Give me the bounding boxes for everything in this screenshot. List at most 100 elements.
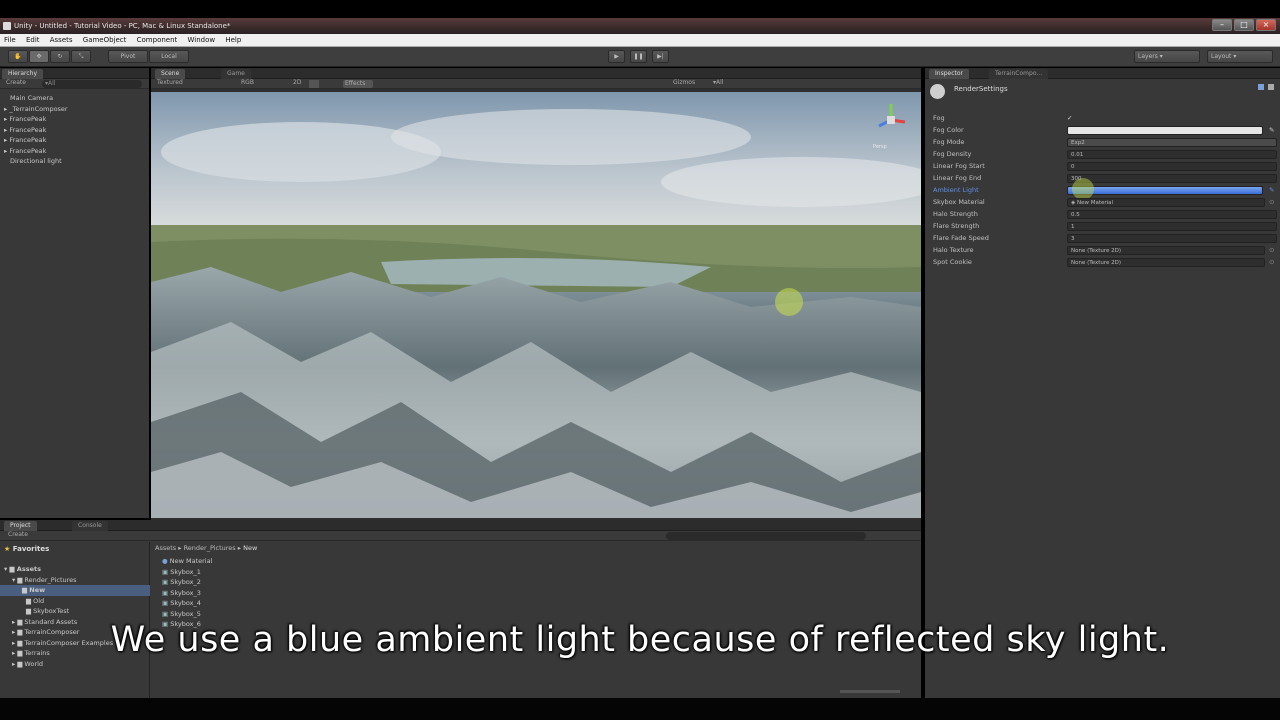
folder-item[interactable]: ▾ ▆ Render_Pictures <box>4 575 150 586</box>
asset-item[interactable]: ▣ Skybox_5 <box>162 609 212 620</box>
menu-window[interactable]: Window <box>184 34 220 46</box>
list-item[interactable]: ▸ FrancePeak <box>4 135 68 146</box>
hand-tool-button[interactable]: ✋ <box>8 50 28 63</box>
halo-texture-field[interactable]: None (Texture 2D) <box>1067 245 1265 255</box>
asset-label: New Material <box>169 557 213 565</box>
icon-size-slider[interactable] <box>840 690 900 693</box>
layers-dropdown[interactable]: Layers ▾ <box>1134 50 1200 63</box>
layout-dropdown[interactable]: Layout ▾ <box>1207 50 1273 63</box>
asset-item[interactable]: ▣ Skybox_2 <box>162 577 212 588</box>
tab-terraincomposer[interactable]: TerrainCompo... <box>989 69 1049 79</box>
ambient-light-color-swatch[interactable] <box>1067 185 1263 195</box>
hierarchy-search-input[interactable]: ▾All <box>42 80 142 88</box>
project-create-button[interactable]: Create <box>8 531 28 538</box>
lighting-toggle-icon[interactable] <box>309 80 319 88</box>
hierarchy-create-button[interactable]: Create <box>6 79 26 86</box>
tab-console[interactable]: Console <box>72 521 108 531</box>
pause-button[interactable]: ❚❚ <box>630 50 647 63</box>
render-mode-dropdown[interactable]: RGB <box>241 79 254 86</box>
object-picker-icon[interactable]: ⊙ <box>1269 244 1274 256</box>
flare-fade-speed-field[interactable]: 3 <box>1067 233 1277 243</box>
play-button[interactable]: ▶ <box>608 50 625 63</box>
breadcrumb: Assets ▸ Render_Pictures ▸ New <box>155 544 258 552</box>
list-item[interactable]: ▸ FrancePeak <box>4 114 68 125</box>
linear-fog-end-field[interactable]: 300 <box>1067 173 1277 183</box>
breadcrumb-item[interactable]: New <box>243 544 257 552</box>
star-icon: ★ <box>4 545 11 553</box>
pause-icon: ❚❚ <box>633 53 644 60</box>
breadcrumb-item[interactable]: Assets <box>155 544 176 552</box>
menu-gameobject[interactable]: GameObject <box>79 34 131 46</box>
2d-toggle[interactable]: 2D <box>293 79 301 86</box>
object-picker-icon[interactable]: ⊙ <box>1269 196 1274 208</box>
asset-item[interactable]: ▣ Skybox_1 <box>162 567 212 578</box>
shading-mode-dropdown[interactable]: Textured <box>157 79 183 86</box>
menu-edit[interactable]: Edit <box>22 34 44 46</box>
list-item-label: FrancePeak <box>9 115 47 123</box>
list-item[interactable]: ▸ FrancePeak <box>4 125 68 136</box>
fog-row: Fog ✓ <box>925 112 1280 124</box>
tab-inspector[interactable]: Inspector <box>929 69 969 79</box>
folder-icon: ▆ <box>26 607 31 615</box>
menu-file[interactable]: File <box>0 34 20 46</box>
scene-viewport[interactable]: Persp <box>151 92 921 518</box>
asset-item[interactable]: ▣ Skybox_3 <box>162 588 212 599</box>
folder-item[interactable]: ▆ Old <box>4 596 150 607</box>
project-search-input[interactable] <box>666 532 866 540</box>
linear-fog-start-field[interactable]: 0 <box>1067 161 1277 171</box>
halo-strength-field[interactable]: 0.5 <box>1067 209 1277 219</box>
list-item[interactable]: ▸ FrancePeak <box>4 146 68 157</box>
menu-assets[interactable]: Assets <box>46 34 77 46</box>
persp-label[interactable]: Persp <box>873 144 887 150</box>
scene-search-input[interactable]: ▾All <box>713 79 723 86</box>
eyedropper-icon[interactable]: ✎ <box>1269 184 1274 196</box>
favorites-header[interactable]: ★ Favorites <box>4 545 49 553</box>
scale-tool-button[interactable]: ⤡ <box>71 50 91 63</box>
skybox-material-field[interactable]: ◈ New Material <box>1067 197 1265 207</box>
step-button[interactable]: ▶| <box>652 50 669 63</box>
menu-component[interactable]: Component <box>133 34 182 46</box>
fog-checkbox[interactable]: ✓ <box>1067 112 1072 124</box>
move-tool-button[interactable]: ✥ <box>29 50 49 63</box>
gear-icon[interactable] <box>1268 84 1274 90</box>
halo-texture-row: Halo Texture None (Texture 2D) ⊙ <box>925 244 1280 256</box>
list-item[interactable]: Directional light <box>4 156 68 167</box>
breadcrumb-item[interactable]: Render_Pictures <box>184 544 236 552</box>
list-item[interactable]: ▸ _TerrainComposer <box>4 104 68 115</box>
help-icon[interactable] <box>1258 84 1264 90</box>
asset-item[interactable]: ▣ Skybox_4 <box>162 598 212 609</box>
tab-scene[interactable]: Scene <box>155 69 186 79</box>
skybox-material-value: New Material <box>1076 199 1114 206</box>
folder-item[interactable]: ▾ ▆ Assets <box>4 564 150 575</box>
gizmos-dropdown[interactable]: Gizmos <box>673 79 695 86</box>
local-toggle[interactable]: Local <box>149 50 189 63</box>
tab-hierarchy[interactable]: Hierarchy <box>2 69 44 79</box>
eyedropper-icon[interactable]: ✎ <box>1269 124 1274 136</box>
rotate-tool-button[interactable]: ↻ <box>50 50 70 63</box>
folder-item-selected[interactable]: ▆ New <box>0 585 150 596</box>
minimize-button[interactable]: – <box>1212 19 1232 31</box>
menu-help[interactable]: Help <box>221 34 245 46</box>
effects-dropdown[interactable]: Effects <box>343 80 373 88</box>
fog-color-swatch[interactable] <box>1067 125 1263 135</box>
fog-mode-dropdown[interactable]: Exp2 <box>1067 137 1277 147</box>
skybox-material-row: Skybox Material ◈ New Material ⊙ <box>925 196 1280 208</box>
object-picker-icon[interactable]: ⊙ <box>1269 256 1274 268</box>
asset-item[interactable]: ● New Material <box>162 556 212 567</box>
close-button[interactable]: × <box>1256 19 1276 31</box>
folder-item[interactable]: ▸ ▆ World <box>4 659 150 670</box>
folder-label: Render_Pictures <box>24 575 77 584</box>
folder-label: New <box>29 586 46 594</box>
folder-item[interactable]: ▆ SkyboxTest <box>4 606 150 617</box>
spot-cookie-field[interactable]: None (Texture 2D) <box>1067 257 1265 267</box>
pivot-toggle[interactable]: Pivot <box>108 50 148 63</box>
fog-density-field[interactable]: 0.01 <box>1067 149 1277 159</box>
tab-project[interactable]: Project <box>4 521 37 531</box>
scene-gizmo-icon[interactable] <box>871 100 911 140</box>
list-item[interactable]: Main Camera <box>4 93 68 104</box>
flare-strength-field[interactable]: 1 <box>1067 221 1277 231</box>
project-tabbar: Project Console <box>0 520 921 531</box>
tab-game[interactable]: Game <box>221 69 251 79</box>
play-icon: ▶ <box>614 53 619 60</box>
maximize-button[interactable]: □ <box>1234 19 1254 31</box>
